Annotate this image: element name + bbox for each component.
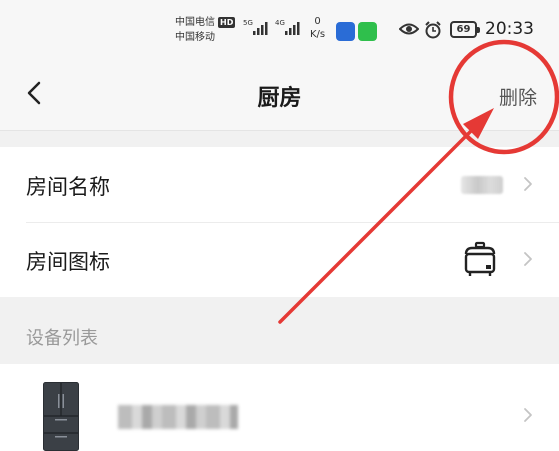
net-speed-value: 0 <box>314 16 321 27</box>
device-name-blurred <box>118 405 238 429</box>
message-app-icon <box>358 22 377 41</box>
signal-5g-icon: 5G <box>243 19 268 35</box>
chevron-right-icon <box>524 408 532 422</box>
room-icon-label: 房间图标 <box>26 250 110 274</box>
chevron-right-icon <box>524 177 532 191</box>
page-title: 厨房 <box>257 86 302 111</box>
room-name-label: 房间名称 <box>26 175 110 199</box>
room-settings-card: 房间名称 房间图标 <box>0 147 559 297</box>
svg-text:4G: 4G <box>275 19 285 27</box>
hd-badge: HD <box>218 17 236 28</box>
rice-cooker-icon <box>464 241 496 276</box>
svg-text:5G: 5G <box>243 19 253 27</box>
delete-button[interactable]: 删除 <box>499 83 537 110</box>
status-bar: 中国电信 HD 中国移动 5G 4G 0 K/s 69 20:33 <box>0 0 559 56</box>
eye-comfort-icon <box>399 23 419 35</box>
network-speed: 0 K/s <box>310 15 325 41</box>
back-arrow-icon[interactable] <box>22 78 52 108</box>
status-time: 20:33 <box>485 19 534 39</box>
app-notification-icon <box>336 22 355 41</box>
net-speed-unit: K/s <box>310 29 326 40</box>
battery-icon: 69 <box>450 21 480 38</box>
alarm-icon <box>425 21 441 39</box>
carrier-1-label: 中国电信 <box>175 17 215 28</box>
nav-bar: 厨房 删除 <box>0 56 559 131</box>
device-list-heading: 设备列表 <box>26 328 98 349</box>
device-list-item[interactable] <box>0 364 559 451</box>
room-name-value-blurred <box>461 176 503 194</box>
signal-4g-icon: 4G <box>275 19 300 35</box>
room-icon-row[interactable]: 房间图标 <box>0 222 559 297</box>
room-name-row[interactable]: 房间名称 <box>0 147 559 223</box>
carrier-2-label: 中国移动 <box>175 32 215 43</box>
refrigerator-icon <box>43 382 79 451</box>
chevron-right-icon <box>524 252 532 266</box>
carrier-info: 中国电信 HD 中国移动 <box>175 15 236 45</box>
